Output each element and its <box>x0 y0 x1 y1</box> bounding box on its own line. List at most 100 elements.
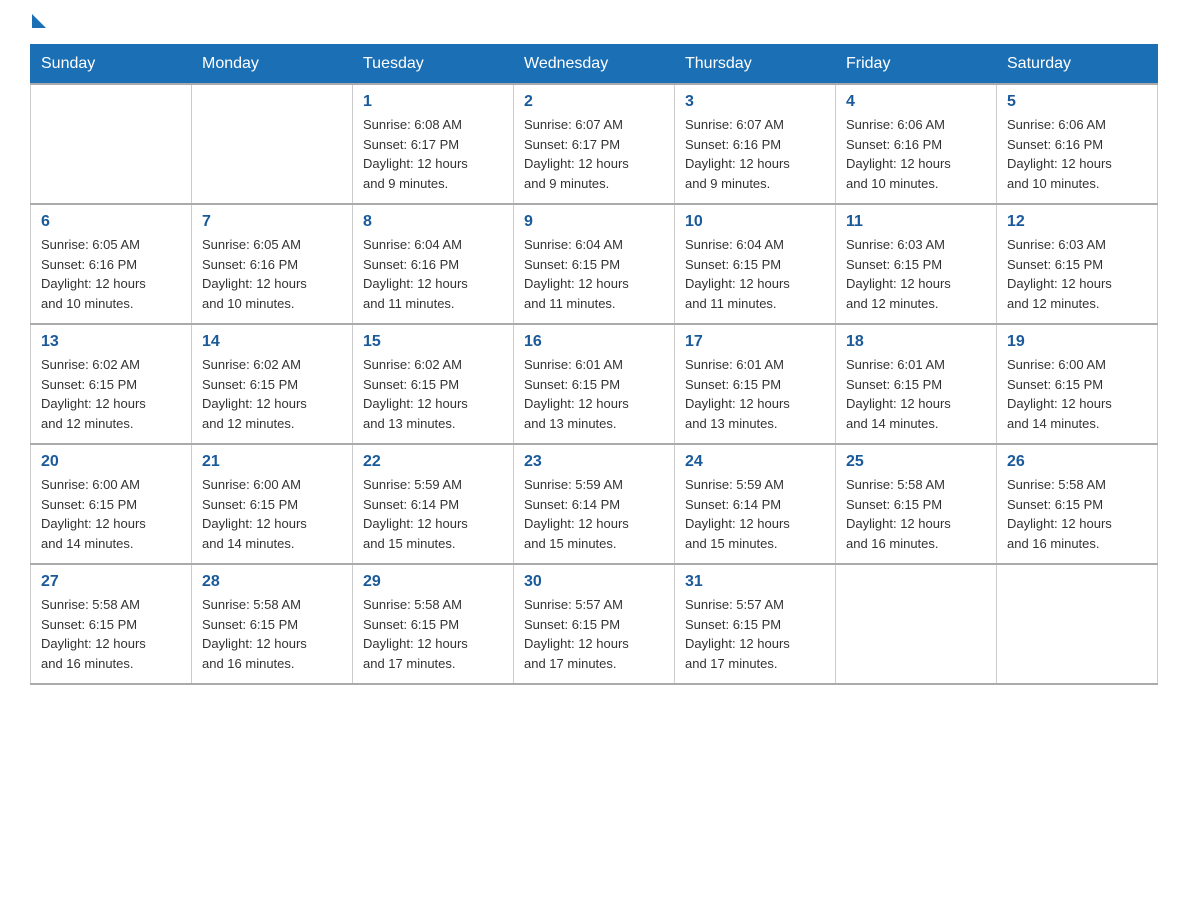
weekday-header-sunday: Sunday <box>31 45 192 85</box>
day-info: Sunrise: 5:59 AMSunset: 6:14 PMDaylight:… <box>685 475 825 553</box>
weekday-header-wednesday: Wednesday <box>514 45 675 85</box>
calendar-cell: 30 Sunrise: 5:57 AMSunset: 6:15 PMDayligh… <box>514 564 675 684</box>
day-info: Sunrise: 6:04 AMSunset: 6:16 PMDaylight:… <box>363 235 503 313</box>
calendar-cell: 8 Sunrise: 6:04 AMSunset: 6:16 PMDaylight… <box>353 204 514 324</box>
weekday-header-tuesday: Tuesday <box>353 45 514 85</box>
day-number: 19 <box>1007 333 1147 351</box>
calendar-cell: 13 Sunrise: 6:02 AMSunset: 6:15 PMDayligh… <box>31 324 192 444</box>
calendar-cell: 9 Sunrise: 6:04 AMSunset: 6:15 PMDaylight… <box>514 204 675 324</box>
day-info: Sunrise: 6:07 AMSunset: 6:16 PMDaylight:… <box>685 115 825 193</box>
calendar-cell: 15 Sunrise: 6:02 AMSunset: 6:15 PMDayligh… <box>353 324 514 444</box>
day-info: Sunrise: 6:01 AMSunset: 6:15 PMDaylight:… <box>685 355 825 433</box>
day-number: 20 <box>41 453 181 471</box>
day-info: Sunrise: 6:03 AMSunset: 6:15 PMDaylight:… <box>1007 235 1147 313</box>
day-number: 5 <box>1007 93 1147 111</box>
day-number: 23 <box>524 453 664 471</box>
calendar-cell: 22Sunrise: 5:59 AMSunset: 6:14 PMDayligh… <box>353 444 514 564</box>
calendar-cell: 7Sunrise: 6:05 AMSunset: 6:16 PMDaylight… <box>192 204 353 324</box>
day-info: Sunrise: 5:59 AMSunset: 6:14 PMDaylight:… <box>363 475 503 553</box>
calendar-cell <box>31 84 192 204</box>
day-info: Sunrise: 5:58 AMSunset: 6:15 PMDaylight:… <box>363 595 503 673</box>
day-info: Sunrise: 6:04 AMSunset: 6:15 PMDaylight:… <box>524 235 664 313</box>
calendar-cell: 26Sunrise: 5:58 AMSunset: 6:15 PMDayligh… <box>997 444 1158 564</box>
day-info: Sunrise: 6:00 AMSunset: 6:15 PMDaylight:… <box>1007 355 1147 433</box>
day-info: Sunrise: 6:00 AMSunset: 6:15 PMDaylight:… <box>202 475 342 553</box>
calendar-week-row: 1 Sunrise: 6:08 AMSunset: 6:17 PMDaylight… <box>31 84 1158 204</box>
calendar-cell: 6Sunrise: 6:05 AMSunset: 6:16 PMDaylight… <box>31 204 192 324</box>
calendar-week-row: 20 Sunrise: 6:00 AMSunset: 6:15 PMDayligh… <box>31 444 1158 564</box>
calendar-cell <box>997 564 1158 684</box>
weekday-header-monday: Monday <box>192 45 353 85</box>
calendar-cell: 2 Sunrise: 6:07 AMSunset: 6:17 PMDaylight… <box>514 84 675 204</box>
day-number: 27 <box>41 573 181 591</box>
day-info: Sunrise: 5:58 AMSunset: 6:15 PMDaylight:… <box>41 595 181 673</box>
day-info: Sunrise: 6:03 AMSunset: 6:15 PMDaylight:… <box>846 235 986 313</box>
calendar-cell: 14Sunrise: 6:02 AMSunset: 6:15 PMDayligh… <box>192 324 353 444</box>
calendar-cell: 4 Sunrise: 6:06 AMSunset: 6:16 PMDaylight… <box>836 84 997 204</box>
day-info: Sunrise: 6:05 AMSunset: 6:16 PMDaylight:… <box>41 235 181 313</box>
day-number: 4 <box>846 93 986 111</box>
calendar-cell: 11 Sunrise: 6:03 AMSunset: 6:15 PMDayligh… <box>836 204 997 324</box>
day-number: 12 <box>1007 213 1147 231</box>
calendar-week-row: 27 Sunrise: 5:58 AMSunset: 6:15 PMDayligh… <box>31 564 1158 684</box>
day-number: 11 <box>846 213 986 231</box>
calendar-cell: 24 Sunrise: 5:59 AMSunset: 6:14 PMDayligh… <box>675 444 836 564</box>
calendar-cell: 17 Sunrise: 6:01 AMSunset: 6:15 PMDayligh… <box>675 324 836 444</box>
day-number: 25 <box>846 453 986 471</box>
day-info: Sunrise: 6:08 AMSunset: 6:17 PMDaylight:… <box>363 115 503 193</box>
calendar-cell: 28 Sunrise: 5:58 AMSunset: 6:15 PMDayligh… <box>192 564 353 684</box>
weekday-header-friday: Friday <box>836 45 997 85</box>
day-info: Sunrise: 6:07 AMSunset: 6:17 PMDaylight:… <box>524 115 664 193</box>
page-header <box>30 20 1158 24</box>
day-number: 3 <box>685 93 825 111</box>
calendar-cell <box>836 564 997 684</box>
day-number: 26 <box>1007 453 1147 471</box>
day-info: Sunrise: 5:58 AMSunset: 6:15 PMDaylight:… <box>202 595 342 673</box>
day-info: Sunrise: 6:01 AMSunset: 6:15 PMDaylight:… <box>524 355 664 433</box>
calendar-cell: 19 Sunrise: 6:00 AMSunset: 6:15 PMDayligh… <box>997 324 1158 444</box>
day-number: 15 <box>363 333 503 351</box>
calendar-cell: 12 Sunrise: 6:03 AMSunset: 6:15 PMDayligh… <box>997 204 1158 324</box>
day-number: 21 <box>202 453 342 471</box>
calendar-cell: 3 Sunrise: 6:07 AMSunset: 6:16 PMDaylight… <box>675 84 836 204</box>
weekday-header-thursday: Thursday <box>675 45 836 85</box>
day-number: 30 <box>524 573 664 591</box>
calendar-cell: 25Sunrise: 5:58 AMSunset: 6:15 PMDayligh… <box>836 444 997 564</box>
day-info: Sunrise: 6:02 AMSunset: 6:15 PMDaylight:… <box>41 355 181 433</box>
calendar-cell: 27 Sunrise: 5:58 AMSunset: 6:15 PMDayligh… <box>31 564 192 684</box>
day-info: Sunrise: 6:06 AMSunset: 6:16 PMDaylight:… <box>846 115 986 193</box>
day-info: Sunrise: 5:57 AMSunset: 6:15 PMDaylight:… <box>524 595 664 673</box>
day-info: Sunrise: 6:05 AMSunset: 6:16 PMDaylight:… <box>202 235 342 313</box>
day-info: Sunrise: 5:57 AMSunset: 6:15 PMDaylight:… <box>685 595 825 673</box>
calendar-cell: 10Sunrise: 6:04 AMSunset: 6:15 PMDayligh… <box>675 204 836 324</box>
day-number: 8 <box>363 213 503 231</box>
day-number: 17 <box>685 333 825 351</box>
calendar-cell: 21 Sunrise: 6:00 AMSunset: 6:15 PMDayligh… <box>192 444 353 564</box>
calendar-cell: 16 Sunrise: 6:01 AMSunset: 6:15 PMDayligh… <box>514 324 675 444</box>
day-info: Sunrise: 6:02 AMSunset: 6:15 PMDaylight:… <box>363 355 503 433</box>
day-info: Sunrise: 6:02 AMSunset: 6:15 PMDaylight:… <box>202 355 342 433</box>
calendar-cell: 31Sunrise: 5:57 AMSunset: 6:15 PMDayligh… <box>675 564 836 684</box>
day-info: Sunrise: 6:04 AMSunset: 6:15 PMDaylight:… <box>685 235 825 313</box>
day-number: 24 <box>685 453 825 471</box>
day-number: 9 <box>524 213 664 231</box>
calendar-week-row: 13 Sunrise: 6:02 AMSunset: 6:15 PMDayligh… <box>31 324 1158 444</box>
day-info: Sunrise: 6:01 AMSunset: 6:15 PMDaylight:… <box>846 355 986 433</box>
calendar-cell: 18 Sunrise: 6:01 AMSunset: 6:15 PMDayligh… <box>836 324 997 444</box>
day-number: 13 <box>41 333 181 351</box>
calendar-cell: 1 Sunrise: 6:08 AMSunset: 6:17 PMDaylight… <box>353 84 514 204</box>
calendar-cell: 5 Sunrise: 6:06 AMSunset: 6:16 PMDaylight… <box>997 84 1158 204</box>
day-info: Sunrise: 5:59 AMSunset: 6:14 PMDaylight:… <box>524 475 664 553</box>
day-number: 2 <box>524 93 664 111</box>
weekday-header-saturday: Saturday <box>997 45 1158 85</box>
calendar-cell: 23 Sunrise: 5:59 AMSunset: 6:14 PMDayligh… <box>514 444 675 564</box>
logo <box>30 20 46 28</box>
logo-triangle-icon <box>32 14 46 28</box>
day-number: 18 <box>846 333 986 351</box>
day-info: Sunrise: 6:06 AMSunset: 6:16 PMDaylight:… <box>1007 115 1147 193</box>
day-number: 16 <box>524 333 664 351</box>
day-number: 28 <box>202 573 342 591</box>
weekday-header-row: SundayMondayTuesdayWednesdayThursdayFrid… <box>31 45 1158 85</box>
logo-area <box>30 20 46 24</box>
day-number: 1 <box>363 93 503 111</box>
